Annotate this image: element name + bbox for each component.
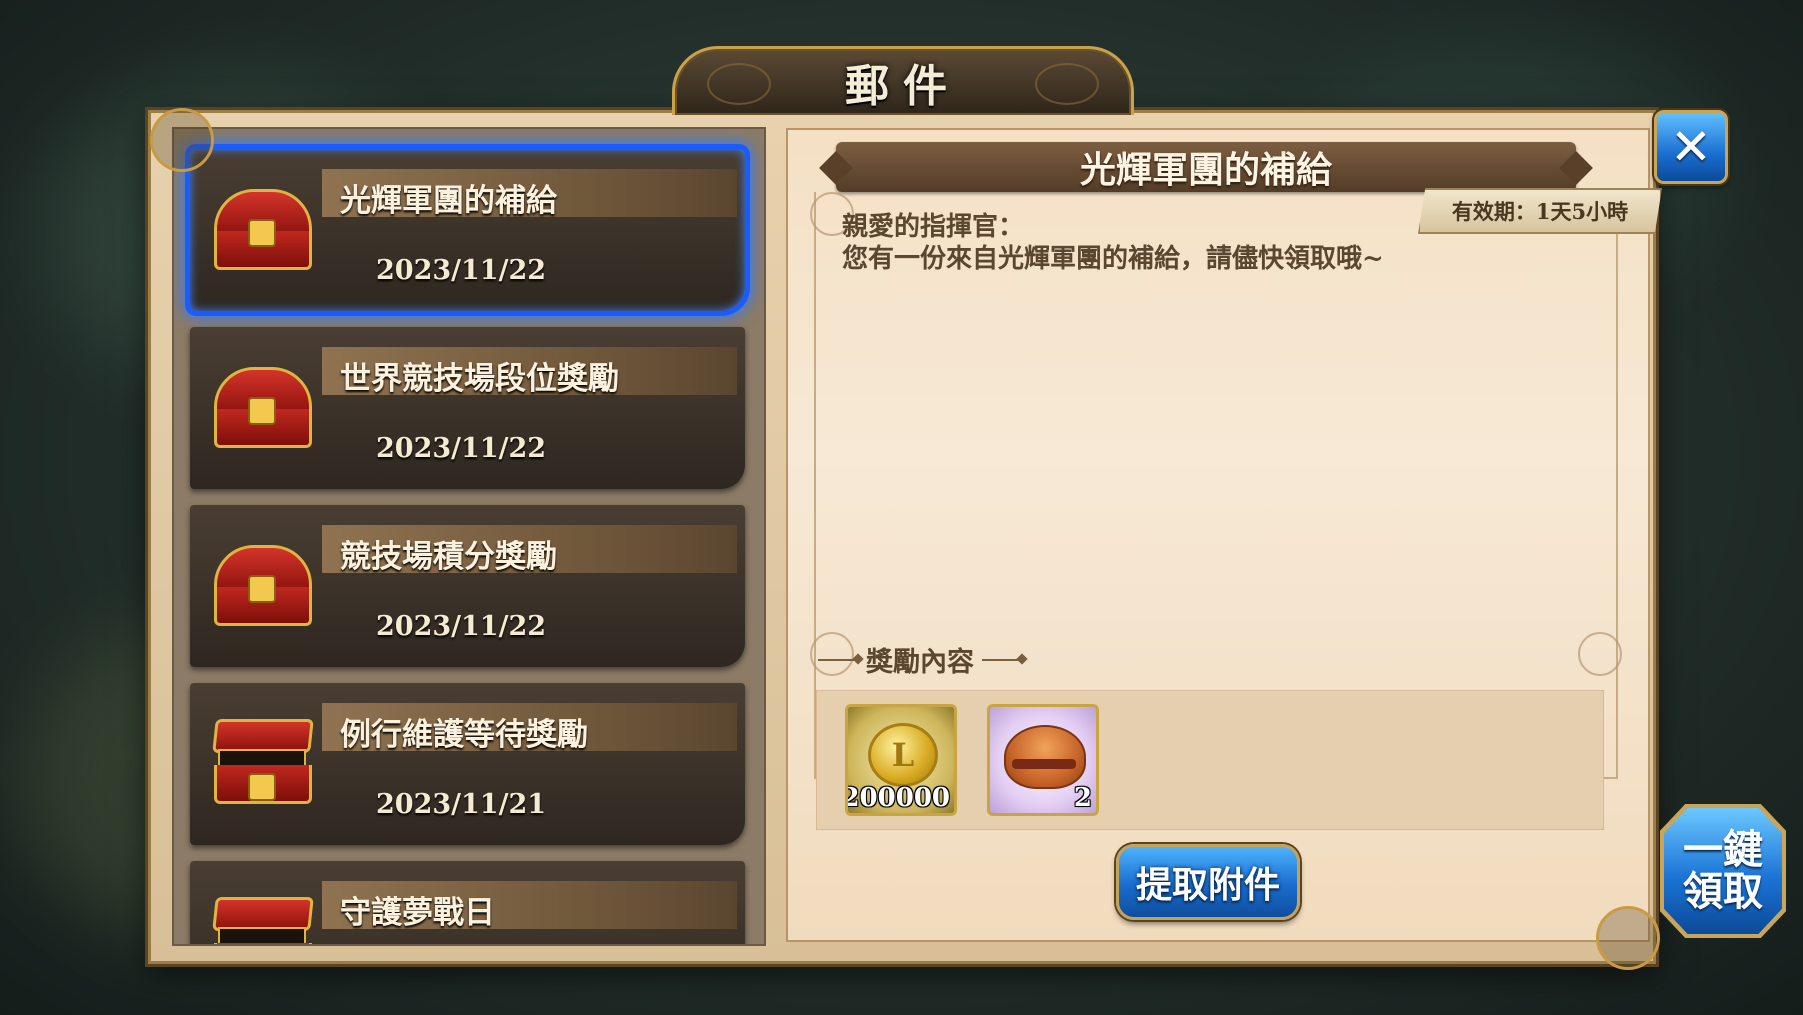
corner-ornament-icon bbox=[1596, 906, 1660, 970]
mail-item-arena-points[interactable]: 競技場積分獎勵 2023/11/22 bbox=[190, 505, 745, 667]
mail-item-date: 2023/11/22 bbox=[376, 611, 547, 642]
claim-all-label: 一鍵 領取 bbox=[1673, 829, 1773, 913]
ornament-icon bbox=[707, 63, 771, 105]
mail-item-title: 光輝軍團的補給 bbox=[340, 183, 557, 219]
reward-count: 200000 bbox=[845, 783, 950, 813]
treasure-chest-icon bbox=[210, 189, 312, 271]
rewards-label: 獎勵內容 bbox=[866, 647, 974, 678]
mail-window-title-plaque: 郵件 bbox=[672, 46, 1134, 115]
mail-item-world-arena[interactable]: 世界競技場段位獎勵 2023/11/22 bbox=[190, 327, 745, 489]
divider bbox=[982, 658, 1022, 661]
claim-all-button[interactable]: 一鍵 領取 bbox=[1664, 808, 1782, 934]
claim-all-label-line2: 領取 bbox=[1683, 868, 1763, 915]
mail-window-title: 郵件 bbox=[845, 61, 961, 112]
mail-item-date: 2023/11/21 bbox=[376, 789, 547, 820]
ornament-icon bbox=[1035, 63, 1099, 105]
reward-item-gold[interactable]: L 200000 bbox=[845, 704, 957, 816]
corner-ornament-icon bbox=[150, 108, 214, 172]
mail-list[interactable]: 光輝軍團的補給 2023/11/22 世界競技場段位獎勵 2023/11/22 … bbox=[172, 127, 766, 946]
burger-icon bbox=[1004, 725, 1086, 789]
mail-item-title: 競技場積分獎勵 bbox=[340, 539, 557, 575]
claim-all-label-line1: 一鍵 bbox=[1683, 826, 1763, 873]
letter-body: 您有一份來自光輝軍團的補給，請儘快領取哦~ bbox=[842, 244, 1384, 274]
close-button[interactable]: ✕ bbox=[1654, 110, 1728, 184]
mail-item-date: 2023/11/22 bbox=[376, 255, 547, 286]
treasure-chest-icon bbox=[210, 367, 312, 449]
gold-coin-icon: L bbox=[868, 723, 938, 787]
mail-item-title: 例行維護等待獎勵 bbox=[340, 717, 588, 753]
close-icon: ✕ bbox=[1670, 118, 1712, 176]
claim-attachment-button[interactable]: 提取附件 bbox=[1116, 844, 1300, 920]
reward-count: 2 bbox=[1073, 783, 1092, 813]
mail-item-guardian-day[interactable]: 守護夢戰日 bbox=[190, 861, 745, 944]
open-chest-icon bbox=[210, 897, 314, 944]
flourish-icon bbox=[1578, 632, 1622, 676]
reward-item-burger[interactable]: 2 bbox=[987, 704, 1099, 816]
treasure-chest-icon bbox=[210, 545, 312, 627]
mail-item-supply[interactable]: 光輝軍團的補給 2023/11/22 bbox=[185, 144, 750, 316]
mail-item-maintenance[interactable]: 例行維護等待獎勵 2023/11/21 bbox=[190, 683, 745, 845]
detail-title: 光輝軍團的補給 bbox=[1079, 149, 1332, 191]
rewards-box: L 200000 2 bbox=[816, 690, 1604, 830]
divider bbox=[818, 658, 858, 661]
detail-title-banner: 光輝軍團的補給 bbox=[836, 142, 1576, 192]
mail-item-date: 2023/11/22 bbox=[376, 433, 547, 464]
mail-detail-panel: 光輝軍團的補給 有效期：1天5小時 親愛的指揮官： 您有一份來自光輝軍團的補給，… bbox=[786, 128, 1662, 942]
expiry-tag: 有效期：1天5小時 bbox=[1418, 188, 1662, 234]
rewards-header: 獎勵內容 bbox=[818, 640, 1022, 679]
mail-item-title: 世界競技場段位獎勵 bbox=[340, 361, 619, 397]
mail-item-title: 守護夢戰日 bbox=[340, 895, 495, 931]
open-chest-icon bbox=[210, 719, 314, 805]
